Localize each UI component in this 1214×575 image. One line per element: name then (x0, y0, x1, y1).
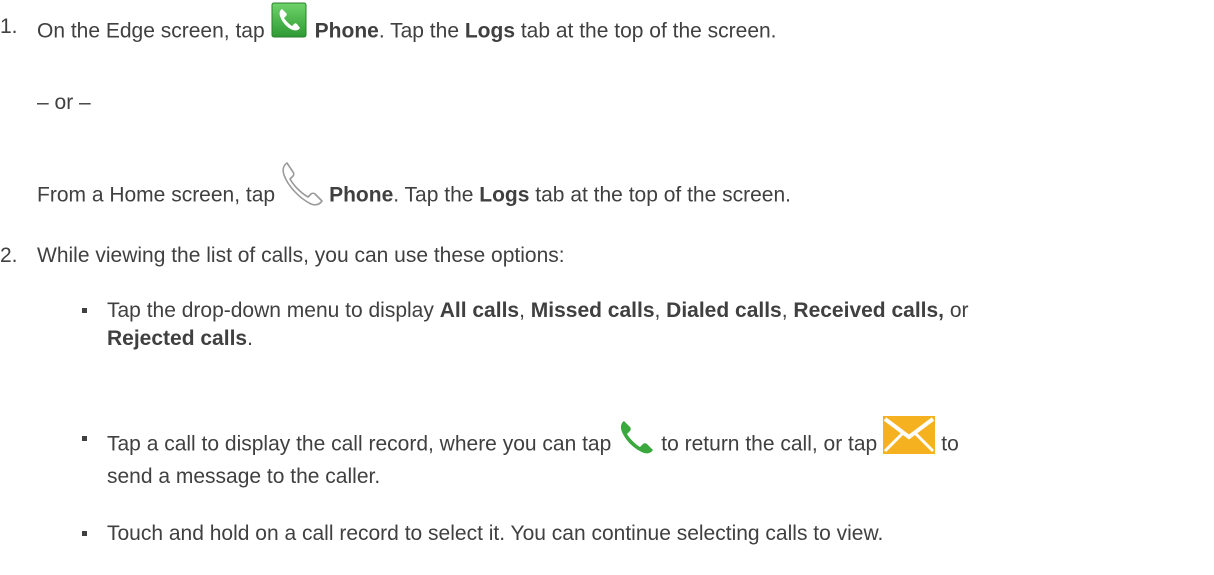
all-calls-label: All calls (439, 299, 520, 322)
bullet-marker (82, 436, 87, 441)
step-1-edge-line: On the Edge screen, tap Phone. Tap the L… (37, 2, 777, 50)
phone-outline-icon (279, 160, 327, 208)
edge-middle-text: . Tap the (378, 19, 465, 43)
received-calls-label: Received calls, (793, 299, 945, 322)
home-middle-text: . Tap the (393, 183, 480, 207)
or-word: or (944, 299, 969, 322)
bullet-marker (82, 308, 87, 313)
step-number-2: 2. (0, 244, 18, 267)
dialed-calls-label: Dialed calls (666, 299, 782, 322)
bullet-marker (82, 531, 87, 536)
separator: , (781, 299, 794, 322)
bullet-2-line-1: Tap a call to display the call record, w… (107, 416, 959, 464)
envelope-orange-icon (883, 416, 936, 454)
period: . (247, 327, 253, 350)
bullet-1-prefix: Tap the drop-down menu to display (107, 299, 440, 322)
home-logs-label: Logs (479, 183, 530, 207)
home-prefix-text: From a Home screen, tap (37, 183, 276, 207)
bullet-1-line-1: Tap the drop-down menu to display All ca… (107, 298, 969, 324)
missed-calls-label: Missed calls (530, 299, 655, 322)
bullet-2-suffix: to (941, 432, 959, 456)
step-number-1: 1. (0, 15, 18, 38)
separator: , (519, 299, 531, 322)
green-call-icon (615, 419, 657, 455)
edge-prefix-text: On the Edge screen, tap (37, 19, 265, 43)
bullet-2-prefix: Tap a call to display the call record, w… (107, 432, 612, 456)
or-separator: – or – (37, 91, 91, 114)
phone-app-green-icon (271, 2, 307, 38)
rejected-calls-label: Rejected calls (107, 327, 248, 350)
bullet-2-middle: to return the call, or tap (661, 432, 878, 456)
step-2-text: While viewing the list of calls, you can… (37, 244, 565, 267)
edge-logs-label: Logs (464, 19, 516, 43)
edge-suffix-text: tab at the top of the screen. (515, 19, 777, 43)
edge-phone-label: Phone (314, 19, 379, 43)
home-suffix-text: tab at the top of the screen. (529, 183, 791, 207)
bullet-2-line-2: send a message to the caller. (107, 465, 381, 488)
bullet-3-line: Touch and hold on a call record to selec… (107, 522, 884, 545)
bullet-1-line-2: Rejected calls. (107, 326, 253, 352)
home-phone-label: Phone (329, 183, 394, 207)
separator: , (654, 299, 667, 322)
step-1-home-line: From a Home screen, tap Phone. Tap the L… (37, 162, 791, 220)
